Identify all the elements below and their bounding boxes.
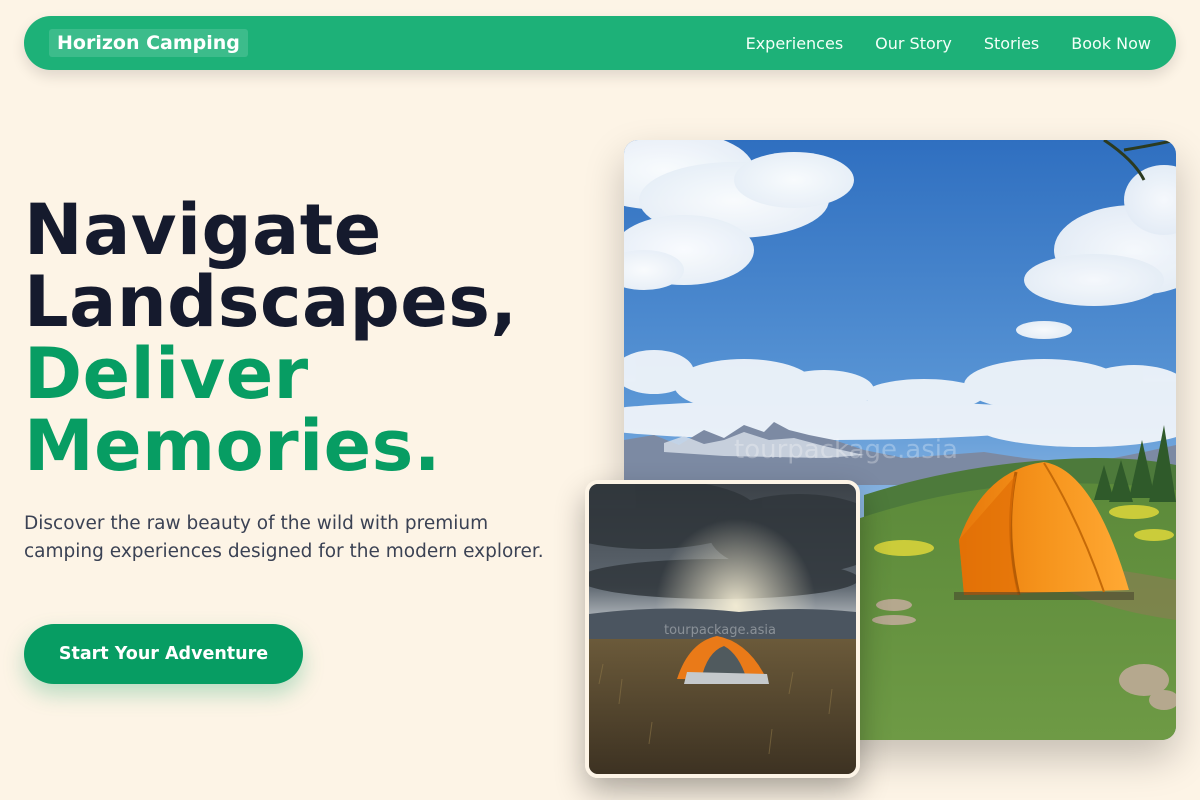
hero-inset-photo: tourpackage.asia (585, 480, 860, 778)
headline-line-4: Memories. (24, 405, 441, 487)
headline-line-2: Landscapes, (24, 261, 518, 343)
nav-link-our-story[interactable]: Our Story (875, 34, 952, 53)
nav-link-book-now[interactable]: Book Now (1071, 34, 1151, 53)
main-photo-watermark: tourpackage.asia (734, 435, 958, 465)
inset-photo-watermark: tourpackage.asia (664, 623, 776, 638)
nav-link-stories[interactable]: Stories (984, 34, 1039, 53)
brand-logo[interactable]: Horizon Camping (49, 29, 248, 57)
nav-links: Experiences Our Story Stories Book Now (746, 34, 1151, 53)
hero-subtext: Discover the raw beauty of the wild with… (24, 513, 544, 562)
headline-line-1: Navigate (24, 189, 382, 271)
top-navbar: Horizon Camping Experiences Our Story St… (24, 16, 1176, 70)
nav-link-experiences[interactable]: Experiences (746, 34, 844, 53)
tent-field-image: tourpackage.asia (589, 484, 856, 774)
start-adventure-button[interactable]: Start Your Adventure (24, 624, 303, 684)
headline-line-3: Deliver (24, 333, 309, 415)
hero-headline: Navigate Landscapes, Deliver Memories. (24, 194, 518, 482)
